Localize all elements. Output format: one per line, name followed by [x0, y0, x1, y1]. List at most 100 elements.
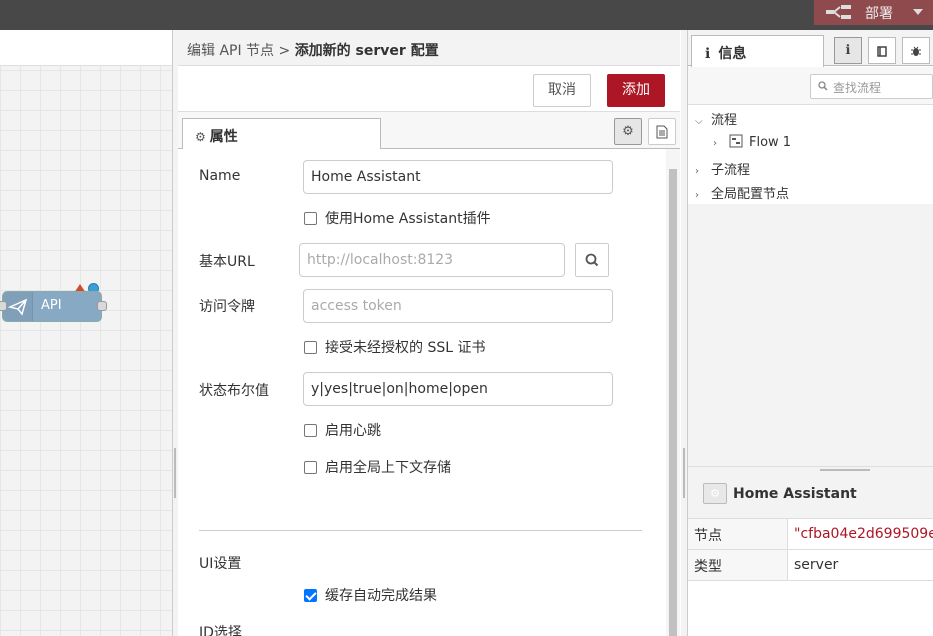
name-input[interactable]: Home Assistant: [303, 160, 613, 194]
heartbeat-checkbox[interactable]: 启用心跳: [304, 420, 381, 440]
base-url-search-button[interactable]: [575, 243, 609, 277]
tree-empty-area: [688, 204, 933, 466]
splitter-grip[interactable]: [174, 448, 176, 498]
prop-node-value[interactable]: "cfba04e2d699509e": [794, 526, 933, 542]
unauth-ssl-label: 接受未经授权的 SSL 证书: [325, 340, 486, 356]
gear-icon: ⚙: [195, 130, 206, 144]
flow-search-input[interactable]: 查找流程: [810, 74, 933, 99]
info-sidebar: ℹ 信息 ℹ 查找流程 ⌵ 流程 › Flow 1 › 子流程 › 全局配置节点 ⚙ Ho…: [688, 30, 933, 636]
tree-item-flows[interactable]: ⌵ 流程: [695, 109, 737, 128]
deploy-icon: [826, 5, 851, 19]
prop-row-type: 类型 server: [688, 550, 933, 581]
chevron-down-icon[interactable]: [913, 9, 923, 15]
help-tab-button[interactable]: [868, 37, 896, 64]
workspace-tabs-strip: [0, 30, 172, 66]
tab-properties[interactable]: ⚙ 属性: [182, 118, 381, 150]
chevron-right-icon[interactable]: ›: [695, 190, 705, 201]
ui-settings-label: UI设置: [199, 556, 242, 572]
global-ctx-label: 启用全局上下文存储: [325, 460, 451, 476]
prop-node-key: 节点: [688, 519, 788, 549]
gear-icon: ⚙: [622, 124, 634, 139]
flow-tree: ⌵ 流程 › Flow 1 › 子流程 › 全局配置节点: [688, 105, 933, 204]
node-icon-box: [3, 292, 33, 321]
prop-row-node: 节点 "cfba04e2d699509e": [688, 519, 933, 550]
tray-tabs: ⚙ 属性 ⚙: [178, 112, 680, 150]
token-label: 访问令牌: [199, 299, 255, 315]
tree-item-global-config[interactable]: › 全局配置节点: [695, 183, 789, 202]
cache-check[interactable]: [304, 589, 317, 602]
sidebar-splitter[interactable]: [681, 30, 688, 636]
tree-subflows-label: 子流程: [711, 163, 751, 178]
node-input-port[interactable]: [0, 301, 7, 311]
tab-info[interactable]: ℹ 信息: [691, 35, 824, 67]
edit-tray: 编辑 API 节点 > 添加新的 server 配置 取消 添加 ⚙ 属性 ⚙ N…: [178, 30, 680, 636]
sidebar-hsplitter[interactable]: [688, 466, 933, 474]
node-label: API: [41, 298, 62, 313]
node-settings-button[interactable]: ⚙: [614, 118, 642, 145]
breadcrumb: 编辑 API 节点 > 添加新的 server 配置: [187, 40, 439, 60]
chevron-down-icon[interactable]: ⌵: [695, 116, 705, 127]
sidebar-search-row: 查找流程: [688, 67, 933, 105]
top-header: [0, 0, 933, 30]
use-addon-label: 使用Home Assistant插件: [325, 211, 491, 227]
unauth-ssl-checkbox[interactable]: 接受未经授权的 SSL 证书: [304, 337, 485, 357]
breadcrumb-current: 添加新的 server 配置: [294, 43, 439, 59]
use-addon-checkbox[interactable]: 使用Home Assistant插件: [304, 208, 491, 228]
bug-icon: [911, 46, 921, 56]
base-url-input[interactable]: http://localhost:8123: [299, 243, 565, 277]
debug-tab-button[interactable]: [902, 37, 930, 64]
tree-global-config-label: 全局配置节点: [711, 187, 790, 202]
cache-checkbox[interactable]: 缓存自动完成结果: [304, 585, 437, 605]
tab-properties-label: 属性: [209, 129, 238, 145]
flow-workspace[interactable]: [0, 30, 172, 636]
global-ctx-checkbox[interactable]: 启用全局上下文存储: [304, 457, 451, 477]
id-select-label: ID选择: [199, 625, 242, 636]
node-output-port[interactable]: [97, 301, 107, 311]
cancel-button[interactable]: 取消: [533, 74, 591, 107]
heartbeat-label: 启用心跳: [325, 423, 381, 439]
base-url-label: 基本URL: [199, 254, 255, 270]
deploy-button[interactable]: 部署: [814, 0, 933, 25]
splitter-grip[interactable]: [820, 469, 870, 471]
prop-type-value: server: [794, 557, 839, 573]
state-bool-label: 状态布尔值: [199, 383, 269, 399]
node-description-button[interactable]: [648, 118, 676, 145]
props-empty-area: [688, 581, 933, 636]
form-scrollbar[interactable]: [666, 149, 680, 636]
flow-icon: [729, 134, 743, 148]
api-node[interactable]: API: [2, 291, 102, 322]
tree-item-subflows[interactable]: › 子流程: [695, 159, 750, 178]
unauth-ssl-check[interactable]: [304, 341, 317, 354]
node-props-header: ⚙ Home Assistant: [688, 474, 933, 519]
cache-label: 缓存自动完成结果: [325, 588, 437, 604]
info-icon: ℹ: [845, 43, 851, 58]
tree-flows-label: 流程: [711, 113, 738, 128]
deploy-label: 部署: [865, 6, 893, 22]
info-icon: ℹ: [705, 46, 711, 62]
chevron-right-icon[interactable]: ›: [713, 138, 723, 149]
chevron-right-icon[interactable]: ›: [695, 166, 705, 177]
node-props-title: Home Assistant: [733, 486, 857, 502]
add-button[interactable]: 添加: [607, 74, 665, 107]
paper-plane-icon: [7, 298, 28, 316]
splitter-grip[interactable]: [683, 448, 685, 498]
tab-info-label: 信息: [718, 46, 747, 62]
tray-toolbar: 取消 添加: [178, 66, 680, 112]
use-addon-check[interactable]: [304, 212, 317, 225]
token-input[interactable]: access token: [303, 289, 613, 323]
prop-type-key: 类型: [688, 550, 788, 580]
name-label: Name: [199, 168, 241, 184]
heartbeat-check[interactable]: [304, 424, 317, 437]
state-bool-input[interactable]: y|yes|true|on|home|open: [303, 372, 613, 406]
global-ctx-check[interactable]: [304, 461, 317, 474]
breadcrumb-prefix: 编辑 API 节点 >: [187, 43, 295, 59]
properties-form: Name Home Assistant 使用Home Assistant插件 基…: [178, 149, 666, 636]
search-icon: [585, 253, 599, 267]
tree-item-flow1[interactable]: › Flow 1: [713, 134, 791, 150]
flow-search-placeholder: 查找流程: [833, 81, 882, 95]
tray-header: 编辑 API 节点 > 添加新的 server 配置: [178, 30, 680, 66]
info-tab-button[interactable]: ℹ: [834, 37, 862, 64]
sidebar-tabs: ℹ 信息 ℹ: [688, 30, 933, 67]
scrollbar-thumb[interactable]: [669, 169, 677, 636]
section-divider: [199, 530, 642, 531]
